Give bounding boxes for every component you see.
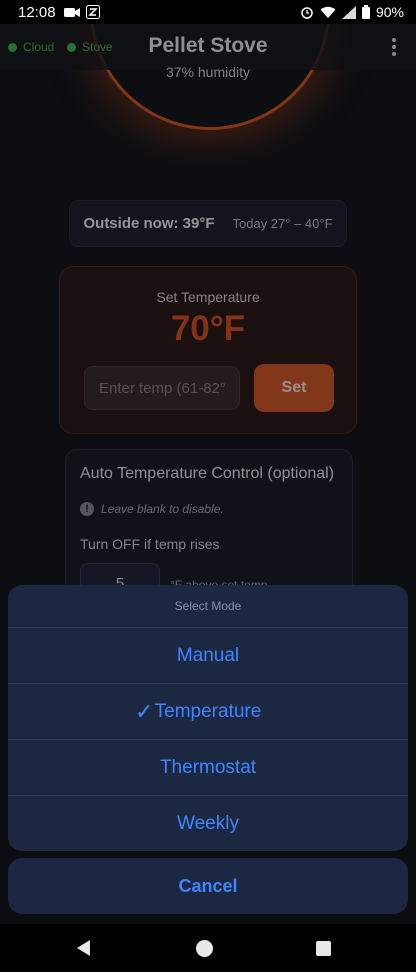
wifi-icon (320, 6, 336, 18)
battery-level: 90% (375, 4, 404, 20)
mode-option-temperature[interactable]: ✓ Temperature (8, 684, 408, 740)
back-icon[interactable] (77, 940, 90, 956)
signal-icon (341, 5, 356, 19)
mode-action-sheet: Select Mode Manual ✓ Temperature Thermos… (8, 585, 408, 851)
recents-icon[interactable] (316, 941, 331, 956)
mode-option-thermostat[interactable]: Thermostat (8, 740, 408, 796)
mode-option-manual[interactable]: Manual (8, 628, 408, 684)
z-app-icon (85, 5, 100, 19)
clock: 12:08 (18, 3, 56, 21)
system-navigation-bar (0, 924, 416, 972)
camera-icon (63, 8, 80, 17)
alarm-icon (301, 7, 313, 19)
mode-option-weekly[interactable]: Weekly (8, 796, 408, 851)
status-bar: 12:08 90% (0, 0, 416, 24)
cancel-button[interactable]: Cancel (8, 858, 408, 914)
battery-icon (361, 5, 370, 19)
home-icon[interactable] (196, 940, 213, 957)
checkmark-icon: ✓ (135, 699, 154, 724)
sheet-title: Select Mode (8, 585, 408, 628)
